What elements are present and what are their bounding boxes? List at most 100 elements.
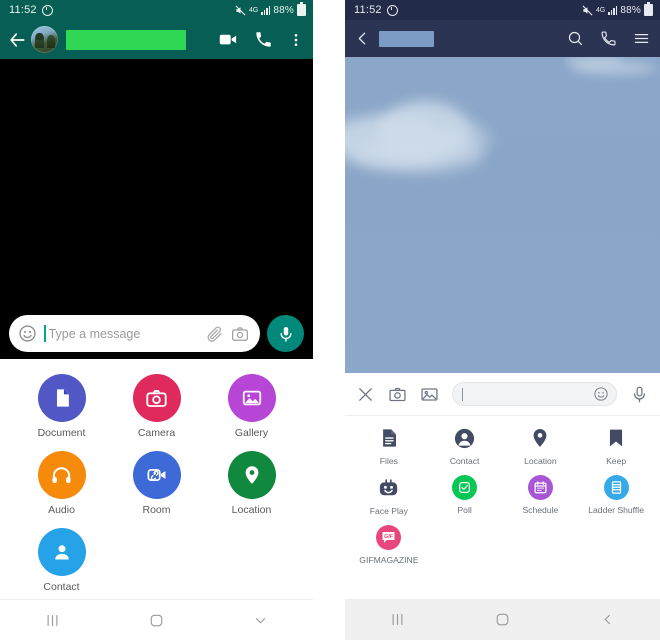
paperclip-icon[interactable] [206, 325, 224, 343]
message-input-pill[interactable]: Type a message [9, 315, 260, 352]
text-cursor [462, 387, 464, 401]
close-x-icon[interactable] [356, 385, 375, 404]
text-cursor [44, 325, 46, 342]
chevron-left-icon[interactable] [354, 30, 371, 47]
volume-mute-icon [582, 5, 593, 15]
home-icon[interactable] [480, 608, 526, 632]
status-clock: 11:52 [354, 4, 382, 16]
signal-bars-icon [261, 5, 271, 15]
recents-icon[interactable] [29, 608, 75, 632]
attachment-label: Room [142, 504, 171, 516]
attachment-item-gifmagazine[interactable]: GIF GIFMAGAZINE [351, 525, 427, 565]
right-phone-line: 11:52 4G 88% Files Contact Location Keep… [345, 0, 660, 640]
camera-icon [132, 374, 181, 422]
right-system-nav-bar [345, 599, 660, 640]
avatar[interactable] [31, 26, 58, 53]
attachment-label: Schedule [522, 505, 559, 515]
chevron-left-icon[interactable] [585, 608, 631, 632]
battery-percent: 88% [273, 4, 294, 16]
attachment-item-poll[interactable]: Poll [427, 475, 503, 516]
phone-call-icon[interactable] [254, 30, 273, 49]
location-pin-icon [527, 425, 553, 451]
cloud-decoration [441, 123, 491, 155]
app-bar-actions [567, 30, 650, 47]
video-call-icon[interactable] [218, 29, 239, 50]
network-type: 4G [596, 6, 605, 14]
chat-message-area [345, 57, 660, 373]
volume-mute-icon [235, 5, 246, 15]
attachment-item-schedule[interactable]: Schedule [503, 475, 579, 516]
left-phone-whatsapp: 11:52 4G 88% Type a message Document Cam… [0, 0, 313, 640]
chevron-down-icon[interactable] [238, 608, 284, 632]
gallery-icon [227, 374, 276, 422]
left-status-bar: 11:52 4G 88% [0, 0, 313, 20]
attachment-item-room[interactable]: Room [109, 451, 204, 516]
camera-icon[interactable] [231, 325, 249, 343]
attachment-label: Location [524, 456, 557, 466]
camera-icon[interactable] [388, 385, 407, 404]
attachment-item-location[interactable]: Location [204, 451, 299, 516]
attachment-item-gallery[interactable]: Gallery [204, 374, 299, 439]
attachment-item-document[interactable]: Document [14, 374, 109, 439]
face-play-icon [376, 475, 402, 501]
attachment-item-contact[interactable]: Contact [14, 528, 109, 593]
app-bar-actions [218, 29, 304, 50]
calendar-icon [527, 475, 553, 500]
status-bar-left: 11:52 [354, 4, 398, 16]
attachment-item-files[interactable]: Files [351, 425, 427, 466]
phone-call-icon[interactable] [600, 30, 617, 47]
attachment-grid: Files Contact Location Keep Face Play Po… [345, 425, 660, 565]
line-composer [345, 373, 660, 415]
battery-percent: 88% [620, 4, 641, 16]
attachment-label: Contact [43, 581, 80, 593]
files-icon [376, 425, 402, 451]
headphones-icon [37, 451, 86, 499]
alarm-icon [386, 4, 398, 16]
emoji-icon[interactable] [18, 324, 37, 343]
attachment-label: Document [37, 427, 86, 439]
contact-person-icon [37, 528, 86, 576]
signal-bars-icon [608, 5, 618, 15]
status-bar-right: 4G 88% [235, 2, 306, 16]
document-icon [37, 374, 86, 422]
attachment-label: Keep [606, 456, 627, 466]
attachment-grid: Document Camera Gallery Audio Room Locat… [0, 374, 313, 593]
network-type: 4G [249, 6, 258, 14]
line-attachment-sheet: Files Contact Location Keep Face Play Po… [345, 415, 660, 599]
search-icon[interactable] [567, 30, 584, 47]
attachment-label: Location [231, 504, 272, 516]
attachment-item-face-play[interactable]: Face Play [351, 475, 427, 516]
whatsapp-composer: Type a message [0, 308, 313, 359]
poll-check-icon [452, 475, 478, 500]
smiley-sticker-icon[interactable] [593, 386, 609, 402]
message-input[interactable] [452, 382, 617, 406]
attachment-item-keep[interactable]: Keep [578, 425, 654, 466]
more-options-icon[interactable] [288, 32, 304, 48]
right-status-bar: 11:52 4G 88% [345, 0, 660, 20]
attachment-label: Poll [457, 505, 472, 515]
gallery-image-icon[interactable] [420, 385, 439, 404]
chat-title-redacted[interactable] [66, 29, 186, 50]
attachment-item-contact[interactable]: Contact [427, 425, 503, 466]
attachment-label: Camera [137, 427, 176, 439]
chat-title-redacted[interactable] [379, 30, 434, 47]
hamburger-menu-icon[interactable] [633, 30, 650, 47]
attachment-label: Ladder Shuffle [588, 505, 644, 515]
attachment-item-audio[interactable]: Audio [14, 451, 109, 516]
home-icon[interactable] [133, 608, 179, 632]
attachment-label: Face Play [369, 506, 408, 516]
line-app-bar [345, 20, 660, 57]
recents-icon[interactable] [375, 608, 421, 632]
attachment-item-ladder-shuffle[interactable]: Ladder Shuffle [578, 475, 654, 516]
back-arrow-icon[interactable] [7, 30, 27, 50]
microphone-icon[interactable] [630, 385, 649, 404]
battery-icon [297, 2, 306, 16]
left-system-nav-bar [0, 599, 313, 640]
attachment-item-location[interactable]: Location [503, 425, 579, 466]
screenshot-root: 11:52 4G 88% Type a message Document Cam… [0, 0, 660, 640]
attachment-label: Audio [48, 504, 75, 516]
voice-record-button[interactable] [267, 315, 304, 352]
attachment-label: Contact [449, 456, 480, 466]
attachment-label: Files [379, 456, 398, 466]
attachment-item-camera[interactable]: Camera [109, 374, 204, 439]
